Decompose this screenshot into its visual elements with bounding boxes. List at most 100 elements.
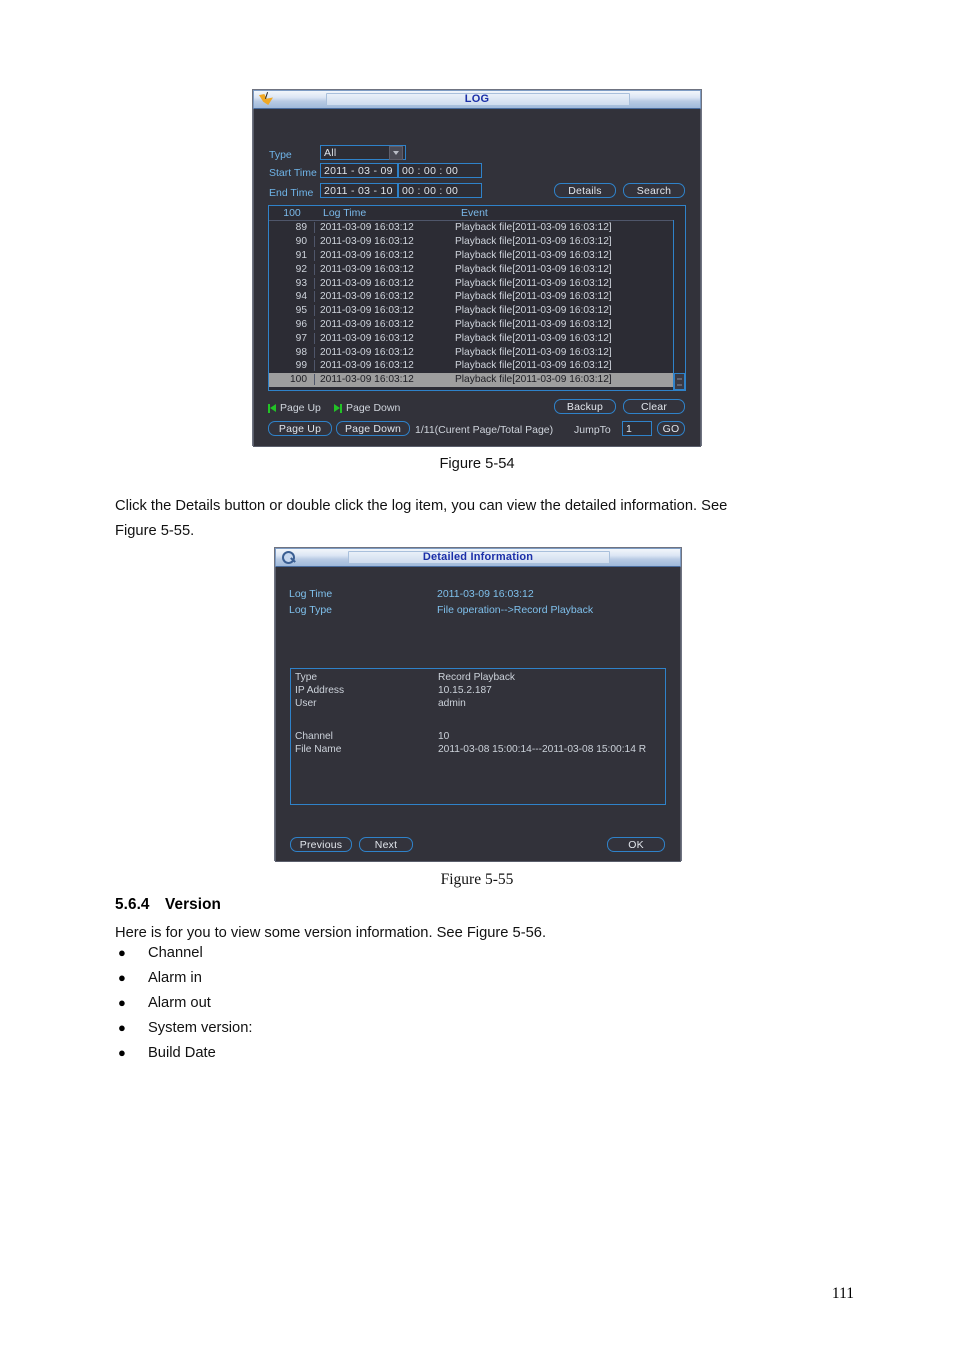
log-header-count: 100 — [283, 207, 301, 219]
log-row-event: Playback file[2011-03-09 16:03:12] — [455, 236, 612, 248]
scrollbar-thumb[interactable] — [674, 373, 685, 390]
log-row-time: 2011-03-09 16:03:12 — [320, 291, 414, 303]
bullet-icon: ● — [118, 970, 126, 985]
page-down-button[interactable]: Page Down — [336, 421, 410, 436]
table-row[interactable]: 89 2011-03-09 16:03:12 Playback file[2011-… — [269, 221, 685, 235]
end-time-input[interactable]: 00 : 00 : 00 — [398, 183, 482, 198]
start-date-input[interactable]: 2011 - 03 - 09 — [320, 163, 398, 178]
nav-page-down[interactable]: Page Down — [334, 402, 400, 414]
log-type-label: Log Type — [289, 604, 333, 616]
log-table[interactable]: 100 Log Time Event 89 2011-03-09 16:03:12… — [268, 205, 686, 391]
log-row-event: Playback file[2011-03-09 16:03:12] — [455, 263, 612, 275]
log-row-time: 2011-03-09 16:03:12 — [320, 374, 414, 386]
previous-button[interactable]: Previous — [290, 837, 352, 852]
log-table-header: 100 Log Time Event — [269, 206, 685, 221]
log-row-event: Playback file[2011-03-09 16:03:12] — [455, 222, 612, 234]
start-time-value: 00 : 00 : 00 — [402, 164, 459, 177]
jumpto-value: 1 — [626, 422, 633, 435]
log-row-event: Playback file[2011-03-09 16:03:12] — [455, 291, 612, 303]
table-row[interactable]: 92 2011-03-09 16:03:12 Playback file[2011-… — [269, 262, 685, 276]
table-row[interactable]: 96 2011-03-09 16:03:12 Playback file[2011-… — [269, 318, 685, 332]
clear-button[interactable]: Clear — [623, 399, 685, 414]
list-item-label: Channel — [148, 945, 203, 961]
end-date-input[interactable]: 2011 - 03 - 10 — [320, 183, 398, 198]
log-type-value: File operation-->Record Playback — [437, 604, 594, 616]
log-row-event: Playback file[2011-03-09 16:03:12] — [455, 346, 612, 358]
list-item: ● Build Date — [118, 1045, 878, 1070]
figure-5-55-caption: Figure 5-55 — [440, 871, 514, 888]
table-row[interactable]: 93 2011-03-09 16:03:12 Playback file[2011-… — [269, 276, 685, 290]
backup-button[interactable]: Backup — [554, 399, 616, 414]
log-row-number: 92 — [269, 263, 315, 275]
section-number: 5.6.4 — [115, 896, 150, 913]
log-row-event: Playback file[2011-03-09 16:03:12] — [455, 360, 612, 372]
detail-dialog-title: Detailed Information — [422, 551, 534, 563]
list-item-label: Build Date — [148, 1045, 216, 1061]
log-table-rows: 89 2011-03-09 16:03:12 Playback file[2011-… — [269, 221, 685, 387]
log-dialog-title: LOG — [464, 93, 490, 105]
end-time-value: 00 : 00 : 00 — [402, 184, 459, 197]
start-time-input[interactable]: 00 : 00 : 00 — [398, 163, 482, 178]
table-row[interactable]: 94 2011-03-09 16:03:12 Playback file[2011-… — [269, 290, 685, 304]
go-button[interactable]: GO — [657, 421, 685, 436]
table-row[interactable]: 91 2011-03-09 16:03:12 Playback file[2011-… — [269, 249, 685, 263]
type-select[interactable]: All — [320, 145, 406, 160]
list-item: ● Alarm in — [118, 970, 878, 995]
page-down-last-icon — [334, 403, 342, 413]
paragraph-2: Here is for you to view some version inf… — [115, 925, 547, 941]
log-row-time: 2011-03-09 16:03:12 — [320, 305, 414, 317]
log-row-event: Playback file[2011-03-09 16:03:12] — [455, 332, 612, 344]
log-row-number: 97 — [269, 332, 315, 344]
list-item: ● Channel — [118, 945, 878, 970]
start-time-label: Start Time — [269, 167, 317, 179]
table-row[interactable]: 97 2011-03-09 16:03:12 Playback file[2011-… — [269, 331, 685, 345]
panel-channel-label: Channel — [295, 731, 333, 742]
log-row-time: 2011-03-09 16:03:12 — [320, 249, 414, 261]
list-item: ● System version: — [118, 1020, 878, 1045]
panel-type-label: Type — [295, 672, 318, 683]
table-row[interactable]: 95 2011-03-09 16:03:12 Playback file[2011-… — [269, 304, 685, 318]
table-row[interactable]: 99 2011-03-09 16:03:12 Playback file[2011-… — [269, 359, 685, 373]
next-button[interactable]: Next — [359, 837, 413, 852]
log-row-time: 2011-03-09 16:03:12 — [320, 263, 414, 275]
table-row[interactable]: 100 2011-03-09 16:03:12 Playback file[2011… — [269, 372, 685, 387]
log-row-time: 2011-03-09 16:03:12 — [320, 346, 414, 358]
page-up-button[interactable]: Page Up — [268, 421, 332, 436]
table-row[interactable]: 98 2011-03-09 16:03:12 Playback file[2011-… — [269, 345, 685, 359]
jumpto-label: JumpTo — [574, 424, 611, 436]
log-table-scrollbar[interactable] — [673, 220, 685, 390]
log-row-time: 2011-03-09 16:03:12 — [320, 222, 414, 234]
detail-dialog-titlebar: Detailed Information — [275, 548, 681, 567]
search-button[interactable]: Search — [623, 183, 685, 198]
log-row-event: Playback file[2011-03-09 16:03:12] — [455, 305, 612, 317]
log-row-time: 2011-03-09 16:03:12 — [320, 332, 414, 344]
ok-button[interactable]: OK — [607, 837, 665, 852]
panel-user-label: User — [295, 698, 317, 709]
jumpto-input[interactable]: 1 — [622, 421, 652, 436]
log-row-number: 94 — [269, 291, 315, 303]
nav-page-up[interactable]: Page Up — [268, 402, 321, 414]
panel-ip-value: 10.15.2.187 — [438, 685, 492, 696]
type-label: Type — [269, 149, 292, 161]
detail-info-panel: Type Record Playback IP Address 10.15.2.… — [290, 668, 666, 805]
bullet-icon: ● — [118, 1045, 126, 1060]
page-number: 111 — [831, 1285, 854, 1302]
end-date-value: 2011 - 03 - 10 — [324, 184, 393, 197]
log-row-number: 98 — [269, 346, 315, 358]
start-date-value: 2011 - 03 - 09 — [324, 164, 393, 177]
detail-dialog-body: Log Time 2011-03-09 16:03:12 Log Type Fi… — [275, 567, 681, 862]
end-time-label: End Time — [269, 187, 314, 199]
list-item-label: System version: — [148, 1020, 253, 1036]
detailed-information-dialog: Detailed Information Log Time 2011-03-09… — [275, 548, 681, 862]
chevron-down-icon[interactable] — [389, 145, 403, 160]
panel-type-value: Record Playback — [438, 672, 516, 683]
type-select-value: All — [324, 146, 337, 159]
log-row-number: 90 — [269, 236, 315, 248]
log-row-event: Playback file[2011-03-09 16:03:12] — [455, 374, 612, 386]
log-time-value: 2011-03-09 16:03:12 — [437, 588, 534, 600]
panel-channel-value: 10 — [438, 731, 450, 742]
bullet-icon: ● — [118, 945, 126, 960]
details-button[interactable]: Details — [554, 183, 616, 198]
table-row[interactable]: 90 2011-03-09 16:03:12 Playback file[2011-… — [269, 235, 685, 249]
page-title: Version — [165, 896, 221, 913]
